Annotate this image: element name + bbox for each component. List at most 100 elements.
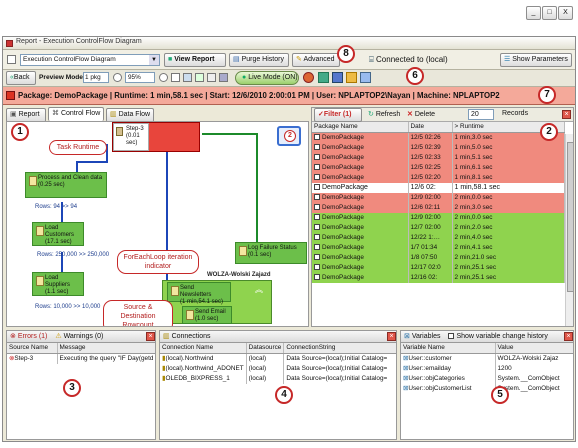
- history-row[interactable]: DemoPackage 12/5 02:26 1 min,3.0 sec: [312, 132, 565, 143]
- tab-report[interactable]: ▣ Report: [6, 108, 46, 122]
- stop-icon[interactable]: [303, 72, 314, 83]
- history-row-checkbox[interactable]: [314, 174, 320, 181]
- view-report-button[interactable]: ■ View Report: [164, 53, 226, 67]
- close-connections-icon[interactable]: ×: [387, 332, 396, 341]
- html-icon[interactable]: [360, 72, 371, 83]
- variable-value: 1200: [495, 364, 573, 374]
- tab-data-flow[interactable]: ▥ Data Flow: [106, 108, 154, 122]
- variables-col-name[interactable]: Variable Name: [401, 343, 496, 354]
- save-icon[interactable]: [219, 73, 228, 83]
- history-row-checkbox[interactable]: [314, 214, 320, 221]
- excel-icon[interactable]: [318, 72, 329, 83]
- history-row[interactable]: DemoPackage 12/5 02:25 1 min,6.1 sec: [312, 163, 565, 173]
- zoom-select[interactable]: 95%: [125, 72, 155, 83]
- fit-page-icon[interactable]: [171, 73, 180, 83]
- history-checkbox[interactable]: Show variable change history: [448, 333, 548, 340]
- history-col-package[interactable]: Package Name: [312, 122, 409, 133]
- close-button[interactable]: X: [558, 6, 573, 20]
- task-send-newsletters[interactable]: Send Newsletters (1 min,54.1 sec): [167, 282, 231, 305]
- delete-button[interactable]: ✕ Delete: [407, 110, 435, 118]
- connection-row[interactable]: ▮(local).Northwind_ADONET (local) Data Sou…: [160, 364, 396, 374]
- history-row-checkbox[interactable]: [314, 274, 320, 281]
- history-row-checkbox[interactable]: [314, 224, 320, 231]
- history-scroll-thumb[interactable]: [567, 142, 573, 292]
- print-icon[interactable]: [207, 73, 216, 83]
- history-row[interactable]: DemoPackage 12/17 02:0 2 min,25.1 sec: [312, 263, 565, 273]
- history-row[interactable]: DemoPackage 1/8 07:50 2 min,21.0 sec: [312, 253, 565, 263]
- zoom-in-icon[interactable]: [113, 73, 122, 83]
- live-mode-button[interactable]: ● Live Mode (ON): [235, 71, 299, 85]
- report-select[interactable]: Execution ControlFlow Diagram ▼: [20, 54, 160, 66]
- page-select[interactable]: 1 pkg: [83, 72, 109, 83]
- history-row[interactable]: DemoPackage 1/7 01:34 2 min,4.1 sec: [312, 243, 565, 253]
- variable-row[interactable]: ⊠User::customer WOLZA-Wolski Zajaz: [401, 353, 573, 364]
- history-row[interactable]: DemoPackage 12/6 02:11 2 min,3.0 sec: [312, 203, 565, 213]
- maximize-button[interactable]: □: [542, 6, 557, 20]
- history-row-checkbox[interactable]: [314, 204, 320, 211]
- close-variables-icon[interactable]: ×: [564, 332, 573, 341]
- history-row[interactable]: DemoPackage 12/5 02:20 1 min,8.1 sec: [312, 173, 565, 183]
- zoom-out-icon[interactable]: [159, 73, 168, 83]
- history-scrollbar[interactable]: [565, 134, 573, 326]
- step3-task[interactable]: Step-3 (0.01 sec): [113, 123, 149, 151]
- variable-row[interactable]: ⊠User::objCategories System.__ComObject: [401, 374, 573, 384]
- history-row-checkbox[interactable]: [314, 264, 320, 271]
- connections-col-string[interactable]: ConnectionString: [283, 343, 396, 354]
- history-row-checkbox[interactable]: [314, 254, 320, 261]
- report-select-value: Execution ControlFlow Diagram: [23, 56, 116, 63]
- export-icon[interactable]: [195, 73, 204, 83]
- history-row[interactable]: DemoPackage 12/9 02:00 2 min,0.0 sec: [312, 193, 565, 203]
- history-row-checkbox[interactable]: [314, 194, 320, 201]
- tab-control-flow[interactable]: ⌘ Control Flow: [48, 107, 104, 121]
- history-row-checkbox[interactable]: [314, 184, 320, 191]
- refresh-button[interactable]: ↻ Refresh: [368, 110, 400, 118]
- history-row[interactable]: DemoPackage 12/7 02:00 2 min,2.0 sec: [312, 223, 565, 233]
- history-row[interactable]: DemoPackage 12/16 02: 2 min,25.1 sec: [312, 273, 565, 283]
- history-row[interactable]: DemoPackage 12/6 02: 1 min,58.1 sec: [312, 183, 565, 193]
- task-process-clean[interactable]: Process and Clean data (0.25 sec): [25, 172, 107, 198]
- step3-iteration-badge[interactable]: 2: [277, 126, 301, 146]
- close-errors-icon[interactable]: ×: [146, 332, 155, 341]
- history-row[interactable]: DemoPackage 12/5 02:39 1 min,5.0 sec: [312, 143, 565, 153]
- connections-col-datasource[interactable]: Datasource: [246, 343, 285, 354]
- connection-row[interactable]: ▮(local).Northwind (local) Data Source=(lo…: [160, 353, 396, 364]
- tab-warnings[interactable]: ⚠ Warnings (0): [55, 333, 103, 340]
- close-history-icon[interactable]: ×: [562, 110, 571, 119]
- history-row[interactable]: DemoPackage 12/22 1:… 2 min,4.0 sec: [312, 233, 565, 243]
- history-checkbox-label: Show variable change history: [456, 333, 548, 340]
- advanced-button[interactable]: ✎ Advanced: [292, 53, 340, 67]
- history-row-checkbox[interactable]: [314, 234, 320, 241]
- history-row-checkbox[interactable]: [314, 164, 320, 171]
- purge-history-button[interactable]: ▤ Purge History: [229, 53, 289, 67]
- errors-col-source[interactable]: Source Name: [7, 343, 58, 354]
- error-row[interactable]: ⊗Step-3 Executing the query "IF Day(getd: [7, 353, 155, 364]
- records-count-input[interactable]: 20: [468, 109, 494, 120]
- history-row[interactable]: DemoPackage 12/5 02:33 1 min,5.1 sec: [312, 153, 565, 163]
- tab-errors[interactable]: ⊗ Errors (1): [10, 333, 47, 340]
- pdf-icon[interactable]: [346, 72, 357, 83]
- history-row[interactable]: DemoPackage 12/9 02:00 2 min,0.0 sec: [312, 213, 565, 223]
- history-row-checkbox[interactable]: [314, 244, 320, 251]
- history-row-checkbox[interactable]: [314, 154, 320, 161]
- connection-row[interactable]: ▮OLEDB_BIXPRESS_1 (local) Data Source=(loc…: [160, 374, 396, 384]
- connections-col-name[interactable]: Connection Name: [160, 343, 247, 354]
- variables-col-value[interactable]: Value: [495, 343, 573, 354]
- history-row-checkbox[interactable]: [314, 134, 320, 141]
- minimize-button[interactable]: _: [526, 6, 541, 20]
- word-icon[interactable]: [332, 72, 343, 83]
- variable-row[interactable]: ⊠User::objCustomerList System.__ComObject: [401, 384, 573, 394]
- errors-col-message[interactable]: Message: [57, 343, 155, 354]
- task-send-email[interactable]: Send Email (1.0 sec): [182, 306, 232, 324]
- history-checkbox-box[interactable]: [448, 333, 455, 340]
- refresh-icon[interactable]: [183, 73, 192, 83]
- history-row-checkbox[interactable]: [314, 144, 320, 151]
- back-button[interactable]: «Back: [6, 71, 36, 85]
- variable-row[interactable]: ⊠User::emailday 1200: [401, 364, 573, 374]
- filter-button[interactable]: ✓Filter (1): [314, 108, 362, 122]
- task-log-failure[interactable]: Log Failure Status (0.1 sec): [235, 242, 307, 264]
- task-load-customers[interactable]: Load Customers (17.1 sec): [32, 222, 84, 246]
- collapse-icon[interactable]: ︽: [255, 284, 263, 295]
- task-load-suppliers[interactable]: Load Suppliers (1.1 sec): [32, 272, 84, 296]
- show-parameters-button[interactable]: ☰ Show Parameters: [500, 53, 572, 67]
- history-col-date[interactable]: Date: [408, 122, 453, 133]
